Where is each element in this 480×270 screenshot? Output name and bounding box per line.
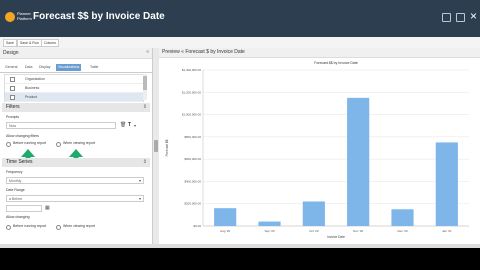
tab-data[interactable]: Data	[23, 64, 34, 71]
y-tick-label: $200,000.00	[184, 202, 201, 206]
y-tick-label: $0.00	[193, 224, 201, 228]
date-range-select[interactable]: a Before ▾	[6, 195, 144, 202]
frequency-label: Frequency	[6, 170, 23, 174]
list-item[interactable]: Product	[5, 93, 143, 102]
report-window: Planner Platform Forecast $$ by Invoice …	[0, 0, 480, 244]
splitter-handle[interactable]	[154, 140, 158, 152]
collapse-icon[interactable]: ⇕	[143, 159, 147, 166]
bar-chart: Forecast $$ by Invoice Date $0.00 $200,000…	[165, 61, 469, 239]
design-panel: Design « General Data Display Visualizat…	[0, 48, 153, 244]
tab-visualizations[interactable]: Visualizations	[56, 64, 82, 71]
logo-text: Planner Platform	[17, 11, 32, 21]
filters-section-header[interactable]: Filters ⇕	[2, 103, 150, 112]
title-bar: Planner Platform Forecast $$ by Invoice …	[0, 0, 480, 37]
horizontal-scrollbar[interactable]	[0, 244, 480, 248]
text-format-icon[interactable]: T	[128, 122, 131, 129]
x-axis-label: Invoice Date	[327, 235, 345, 239]
maximize-icon[interactable]	[456, 13, 465, 22]
chart-area: Forecast $$ by Invoice Date $0.00 $200,000…	[159, 58, 480, 244]
prompts-value: Now	[9, 124, 17, 128]
time-series-title: Time Series	[6, 159, 33, 165]
chevron-left-icon[interactable]: «	[146, 49, 149, 56]
field-list-scrollbar[interactable]	[143, 74, 147, 100]
before-run-label: Before running report	[13, 141, 47, 145]
x-tick-label: Nov '20	[353, 229, 363, 233]
preview-panel: Preview « Forecast $ by Invoice Date For…	[159, 48, 480, 244]
chevron-down-icon: ▾	[138, 178, 141, 183]
y-axis-label: Forecast $$	[165, 139, 169, 156]
date-input[interactable]	[6, 205, 42, 212]
close-icon[interactable]: ×	[470, 10, 477, 22]
when-view-radio[interactable]	[56, 225, 61, 230]
x-tick-label: Sep '20	[264, 229, 274, 233]
prompts-input[interactable]: Now	[6, 122, 116, 129]
tab-general[interactable]: General	[3, 64, 19, 71]
calendar-icon[interactable]: ▦	[45, 205, 50, 212]
save-button[interactable]: Save	[3, 39, 17, 47]
x-tick-label: Dec '20	[397, 229, 407, 233]
field-checkbox[interactable]	[10, 86, 15, 91]
preview-title: Preview « Forecast $ by Invoice Date	[162, 49, 245, 55]
x-tick-label: Aug '20	[220, 229, 230, 233]
allow-filters-label: Allow changing filters	[6, 134, 39, 138]
bar	[258, 221, 281, 226]
design-title: Design	[3, 50, 19, 56]
time-series-section-header[interactable]: Time Series ⇕	[2, 158, 150, 167]
tab-display[interactable]: Display	[37, 64, 52, 71]
column-button[interactable]: Column	[41, 39, 60, 47]
field-label: Business	[25, 86, 40, 90]
frequency-select[interactable]: Monthly ▾	[6, 177, 144, 184]
date-range-label: Date Range	[6, 188, 25, 192]
y-tick-label: $600,000.00	[184, 157, 201, 161]
collapse-icon[interactable]: ⇕	[143, 104, 147, 111]
chart-title: Forecast $$ by Invoice Date	[314, 61, 358, 65]
delete-icon[interactable]: 🗑	[120, 122, 126, 129]
window-title: Forecast $$ by Invoice Date	[33, 11, 165, 22]
field-checkbox[interactable]	[10, 95, 15, 100]
bar	[347, 97, 370, 226]
before-run-radio[interactable]	[6, 225, 11, 230]
y-tick-label: $400,000.00	[184, 179, 201, 183]
design-header: Design «	[0, 48, 152, 59]
list-item[interactable]: Organization	[5, 75, 143, 84]
x-tick-label: Jan '21	[442, 229, 452, 233]
list-item[interactable]: Business	[5, 84, 143, 93]
y-tick-label: $1,200,000.00	[182, 90, 202, 94]
save-and-run-button[interactable]: Save & Run	[17, 39, 42, 47]
y-tick-label: $800,000.00	[184, 135, 201, 139]
bar	[391, 209, 414, 226]
prompts-label: Prompts	[6, 115, 20, 119]
bar	[435, 142, 458, 226]
before-run-label: Before running report	[13, 224, 47, 228]
filters-title: Filters	[6, 104, 20, 110]
scrollbar-thumb[interactable]	[143, 76, 147, 90]
date-range-value: a Before	[9, 197, 23, 201]
chevron-down-icon: ▾	[138, 196, 141, 201]
y-tick-label: $1,000,000.00	[182, 113, 202, 117]
x-tick-label: Oct '20	[309, 229, 319, 233]
design-tabs: General Data Display Visualizations Tabl…	[0, 63, 152, 73]
help-icon[interactable]	[442, 13, 451, 22]
app-logo: Planner Platform	[5, 10, 32, 26]
tab-table[interactable]: Table	[88, 64, 100, 71]
when-view-label: When viewing report	[63, 141, 95, 145]
logo-mark-icon	[5, 12, 15, 22]
when-view-radio[interactable]	[56, 142, 61, 147]
bar	[302, 201, 325, 226]
field-list: Organization Business Product	[4, 74, 144, 102]
y-tick-label: $1,400,000.00	[182, 68, 202, 72]
frequency-value: Monthly	[9, 179, 22, 183]
chevron-down-icon[interactable]: ▾	[134, 122, 136, 129]
bar	[214, 208, 237, 226]
preview-header: Preview « Forecast $ by Invoice Date	[159, 48, 480, 58]
field-checkbox[interactable]	[10, 77, 15, 82]
before-run-radio[interactable]	[6, 142, 11, 147]
allow-changing-label: Allow changing	[6, 215, 30, 219]
field-label: Organization	[25, 77, 45, 81]
when-view-label: When viewing report	[63, 224, 95, 228]
field-label: Product	[25, 95, 38, 99]
